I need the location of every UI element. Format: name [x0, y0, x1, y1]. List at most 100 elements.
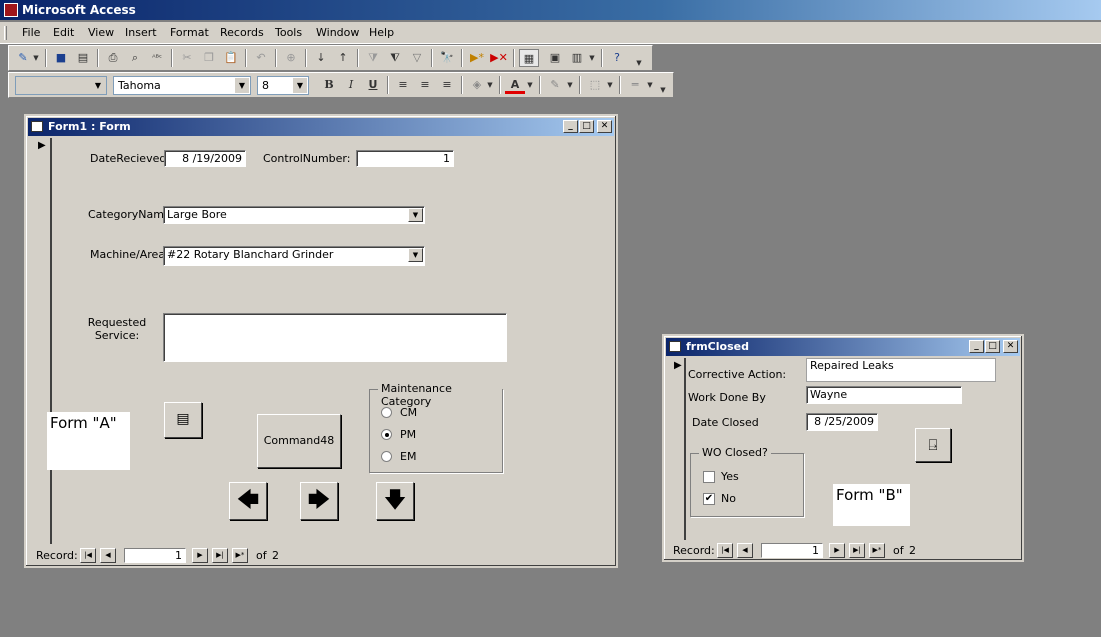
menu-edit[interactable]: Edit — [53, 26, 74, 39]
new-object-icon[interactable]: ▥ — [567, 49, 587, 67]
date-closed-field[interactable]: 8 /25/2009 — [806, 413, 878, 431]
properties-icon[interactable]: ▦ — [519, 49, 539, 67]
chevron-down-icon[interactable]: ▼ — [565, 76, 575, 94]
filter-by-form-icon[interactable]: ⧨ — [385, 49, 405, 67]
underline-button[interactable]: U — [363, 76, 383, 94]
close-icon[interactable]: ✕ — [597, 120, 612, 133]
align-center-icon[interactable]: ≡ — [415, 76, 435, 94]
machine-area-combo[interactable]: #22 Rotary Blanchard Grinder ▼ — [163, 246, 425, 266]
next-record-icon[interactable]: ▶ — [829, 543, 845, 558]
last-record-icon[interactable]: ▶| — [212, 548, 228, 563]
menu-view[interactable]: View — [88, 26, 114, 39]
date-received-field[interactable]: 8 /19/2009 — [164, 150, 246, 167]
requested-service-field[interactable] — [163, 313, 507, 362]
close-icon[interactable]: ✕ — [1003, 340, 1018, 353]
find-icon[interactable]: 🔭 — [437, 49, 457, 67]
close-form-button[interactable]: ⍈ — [915, 428, 951, 462]
object-combo[interactable]: ▼ — [15, 76, 107, 95]
previous-record-button[interactable]: 🡄 — [229, 482, 267, 520]
chevron-down-icon[interactable]: ▼ — [408, 208, 423, 222]
fill-color-icon[interactable]: ◈ — [467, 76, 487, 94]
menu-tools[interactable]: Tools — [275, 26, 302, 39]
menu-window[interactable]: Window — [316, 26, 359, 39]
next-record-button[interactable]: 🡆 — [300, 482, 338, 520]
filter-by-selection-icon[interactable]: ⧩ — [363, 49, 383, 67]
menu-insert[interactable]: Insert — [125, 26, 157, 39]
line-width-icon[interactable]: ═ — [625, 76, 645, 94]
chevron-down-icon[interactable]: ▼ — [605, 76, 615, 94]
italic-button[interactable]: I — [341, 76, 361, 94]
prev-record-icon[interactable]: ◀ — [100, 548, 116, 563]
font-color-button[interactable]: A — [505, 76, 525, 94]
maximize-icon[interactable]: □ — [579, 120, 594, 133]
delete-record-icon[interactable]: ▶✕ — [489, 49, 509, 67]
chevron-down-icon[interactable]: ▼ — [485, 76, 495, 94]
chevron-down-icon[interactable]: ▼ — [525, 76, 535, 94]
first-record-icon[interactable]: |◀ — [80, 548, 96, 563]
sort-ascending-icon[interactable]: ↓ — [311, 49, 331, 67]
date-received-label: DateRecieved: — [90, 152, 171, 165]
radio-cm[interactable] — [381, 407, 392, 418]
category-name-combo[interactable]: Large Bore ▼ — [163, 206, 425, 224]
menu-format[interactable]: Format — [170, 26, 209, 39]
help-icon[interactable]: ? — [607, 49, 627, 67]
new-record-icon[interactable]: ▶* — [232, 548, 248, 563]
paste-icon[interactable]: 📋 — [221, 49, 241, 67]
line-color-icon[interactable]: ✎ — [545, 76, 565, 94]
command48-button[interactable]: Command48 — [257, 414, 341, 468]
align-left-icon[interactable]: ≡ — [393, 76, 413, 94]
radio-pm[interactable] — [381, 429, 392, 440]
copy-icon[interactable]: ❐ — [199, 49, 219, 67]
minimize-icon[interactable]: _ — [969, 340, 984, 353]
open-form-button[interactable]: ▤ — [164, 402, 202, 438]
form1-title-bar[interactable]: Form1 : Form _ □ ✕ — [28, 118, 614, 136]
file-search-icon[interactable]: ▤ — [73, 49, 93, 67]
bold-button[interactable]: B — [319, 76, 339, 94]
chevron-down-icon[interactable]: ▼ — [408, 248, 423, 262]
apply-filter-icon[interactable]: ▽ — [407, 49, 427, 67]
minimize-icon[interactable]: _ — [563, 120, 578, 133]
work-done-by-field[interactable]: Wayne — [806, 386, 962, 404]
control-number-field[interactable]: 1 — [356, 150, 454, 167]
frmclosed-title-bar[interactable]: frmClosed _ □ ✕ — [666, 338, 1020, 356]
next-record-icon[interactable]: ▶ — [192, 548, 208, 563]
menubar-grip[interactable] — [4, 26, 7, 40]
record-number-field[interactable]: 1 — [761, 543, 823, 558]
new-record-icon[interactable]: ▶* — [869, 543, 885, 558]
menu-file[interactable]: File — [22, 26, 40, 39]
view-dropdown-icon[interactable]: ▼ — [31, 49, 41, 67]
print-preview-icon[interactable]: ⌕ — [125, 49, 145, 67]
menu-help[interactable]: Help — [369, 26, 394, 39]
chevron-down-icon[interactable]: ▼ — [645, 76, 655, 94]
border-icon[interactable]: ⬚ — [585, 76, 605, 94]
maximize-icon[interactable]: □ — [985, 340, 1000, 353]
font-size-combo[interactable]: 8 ▼ — [257, 76, 309, 95]
hyperlink-icon[interactable]: ⊕ — [281, 49, 301, 67]
record-selector[interactable]: ▶ — [668, 358, 686, 540]
record-number-field[interactable]: 1 — [124, 548, 186, 563]
design-view-icon[interactable]: ✎ — [13, 49, 33, 67]
print-icon[interactable]: ⎙ — [103, 49, 123, 67]
menu-records[interactable]: Records — [220, 26, 264, 39]
radio-em[interactable] — [381, 451, 392, 462]
spelling-icon[interactable]: ᴬᴮᶜ — [147, 49, 167, 67]
corrective-action-field[interactable]: Repaired Leaks — [806, 358, 996, 382]
toolbar-options-icon[interactable]: ▼ — [633, 49, 645, 67]
save-icon[interactable]: ■ — [51, 49, 71, 67]
record-selector[interactable]: ▶ — [30, 138, 52, 544]
sort-descending-icon[interactable]: ↑ — [333, 49, 353, 67]
new-object-dropdown-icon[interactable]: ▼ — [587, 49, 597, 67]
last-record-icon[interactable]: ▶| — [849, 543, 865, 558]
cut-icon[interactable]: ✂ — [177, 49, 197, 67]
prev-record-icon[interactable]: ◀ — [737, 543, 753, 558]
first-record-icon[interactable]: |◀ — [717, 543, 733, 558]
no-checkbox[interactable]: ✔ — [703, 493, 715, 505]
font-name-combo[interactable]: Tahoma ▼ — [113, 76, 251, 95]
database-window-icon[interactable]: ▣ — [545, 49, 565, 67]
yes-checkbox[interactable] — [703, 471, 715, 483]
toolbar-options-icon[interactable]: ▼ — [657, 76, 669, 94]
undo-icon[interactable]: ↶ — [251, 49, 271, 67]
align-right-icon[interactable]: ≡ — [437, 76, 457, 94]
last-record-button[interactable]: 🡇 — [376, 482, 414, 520]
new-record-icon[interactable]: ▶* — [467, 49, 487, 67]
